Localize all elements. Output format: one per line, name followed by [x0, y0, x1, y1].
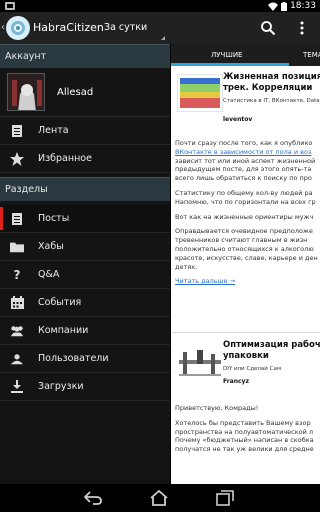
- overflow-menu-icon[interactable]: [300, 21, 304, 35]
- post-thumbnail: [177, 74, 223, 112]
- post-hubs: DIY или Сделай Сам: [223, 366, 281, 372]
- wifi-icon: [268, 2, 279, 11]
- list-icon: [10, 212, 24, 226]
- clock: 18:33: [290, 1, 316, 11]
- people-icon: [10, 324, 24, 338]
- account-section-header: Аккаунт: [0, 44, 170, 68]
- notification-icon: [5, 2, 15, 10]
- drawer-item-favorites[interactable]: Избранное: [0, 145, 170, 173]
- drawer-item-label: Лента: [38, 125, 69, 136]
- home-icon[interactable]: [150, 490, 168, 506]
- app-logo[interactable]: [6, 16, 30, 40]
- drawer-item-label: Загрузки: [38, 381, 84, 392]
- post-title-line2[interactable]: трек. Корреляции: [223, 83, 312, 93]
- search-icon[interactable]: [260, 20, 276, 36]
- battery-icon: [281, 1, 288, 11]
- list-icon: [10, 124, 24, 138]
- post-card[interactable]: Жизненная позиция трек. Корреляции Стати…: [171, 66, 320, 306]
- app-title: HabraCitizen: [33, 21, 104, 34]
- navigation-drawer: Аккаунт Allesad Лента Избранное Разделы: [0, 44, 170, 484]
- tab-topics[interactable]: ТЕМА: [303, 51, 320, 59]
- drawer-item-label: Пользователи: [38, 353, 109, 364]
- tab-best[interactable]: ЛУЧШИЕ: [211, 51, 242, 59]
- post-author[interactable]: leventov: [223, 116, 252, 123]
- drawer-item-companies[interactable]: Компании: [0, 317, 170, 345]
- system-navigation-bar: [0, 484, 320, 512]
- post-hubs: Статистика в IT, ВКонтакте, Data: [223, 98, 320, 104]
- post-title-line2[interactable]: упаковки: [223, 351, 269, 361]
- post-body: Приветствую, Комрады! Хотелось бы предст…: [175, 404, 314, 454]
- action-bar: ‹ HabraCitizen За сутки: [0, 12, 320, 44]
- drawer-item-label: Q&A: [38, 269, 60, 280]
- period-filter-dropdown[interactable]: За сутки: [104, 22, 147, 33]
- tab-strip: ЛУЧШИЕ ТЕМА: [171, 44, 320, 66]
- star-icon: [10, 151, 24, 166]
- read-more-link[interactable]: Читать дальше →: [175, 277, 318, 286]
- recent-apps-icon[interactable]: [216, 490, 234, 506]
- avatar: [7, 73, 45, 111]
- drawer-item-qa[interactable]: ? Q&A: [0, 261, 170, 289]
- drawer-item-label: Компании: [38, 325, 89, 336]
- drawer-item-label: События: [38, 297, 82, 308]
- status-bar: 18:33: [0, 0, 320, 12]
- account-row[interactable]: Allesad: [0, 68, 170, 117]
- posts-panel[interactable]: ЛУЧШИЕ ТЕМА Жизненная позиция трек. Корр…: [170, 44, 320, 484]
- folder-icon: [10, 240, 24, 254]
- account-username: Allesad: [57, 86, 94, 98]
- post-author[interactable]: Francyz: [223, 378, 249, 385]
- post-title[interactable]: Оптимизация рабочи: [223, 340, 320, 350]
- back-icon[interactable]: [84, 490, 102, 506]
- sections-section-header: Разделы: [0, 177, 170, 201]
- download-icon: [10, 380, 24, 394]
- drawer-item-posts[interactable]: Посты: [0, 205, 170, 233]
- post-card[interactable]: Оптимизация рабочи упаковки DIY или Сдел…: [171, 334, 320, 484]
- drawer-item-feed[interactable]: Лента: [0, 117, 170, 145]
- habr-logo-icon: [11, 21, 25, 35]
- post-title[interactable]: Жизненная позиция: [223, 72, 320, 82]
- question-icon: ?: [13, 267, 21, 282]
- up-caret-icon[interactable]: ‹: [1, 22, 5, 33]
- avatar-image: [8, 74, 44, 110]
- drawer-item-label: Избранное: [38, 153, 92, 164]
- inline-link[interactable]: ВКонтакте в зависимости от пола и воз: [175, 148, 318, 157]
- drawer-item-events[interactable]: События: [0, 289, 170, 317]
- drawer-item-hubs[interactable]: Хабы: [0, 233, 170, 261]
- drawer-item-users[interactable]: Пользователи: [0, 345, 170, 373]
- drawer-item-label: Хабы: [38, 241, 64, 252]
- dropdown-caret-icon: [161, 36, 165, 40]
- post-body: Почти сразу после того, как я опублико В…: [175, 139, 318, 286]
- post-thumbnail: [177, 344, 223, 382]
- drawer-item-label: Посты: [38, 213, 70, 224]
- user-icon: [10, 352, 24, 366]
- calendar-icon: [10, 296, 24, 310]
- drawer-item-downloads[interactable]: Загрузки: [0, 373, 170, 401]
